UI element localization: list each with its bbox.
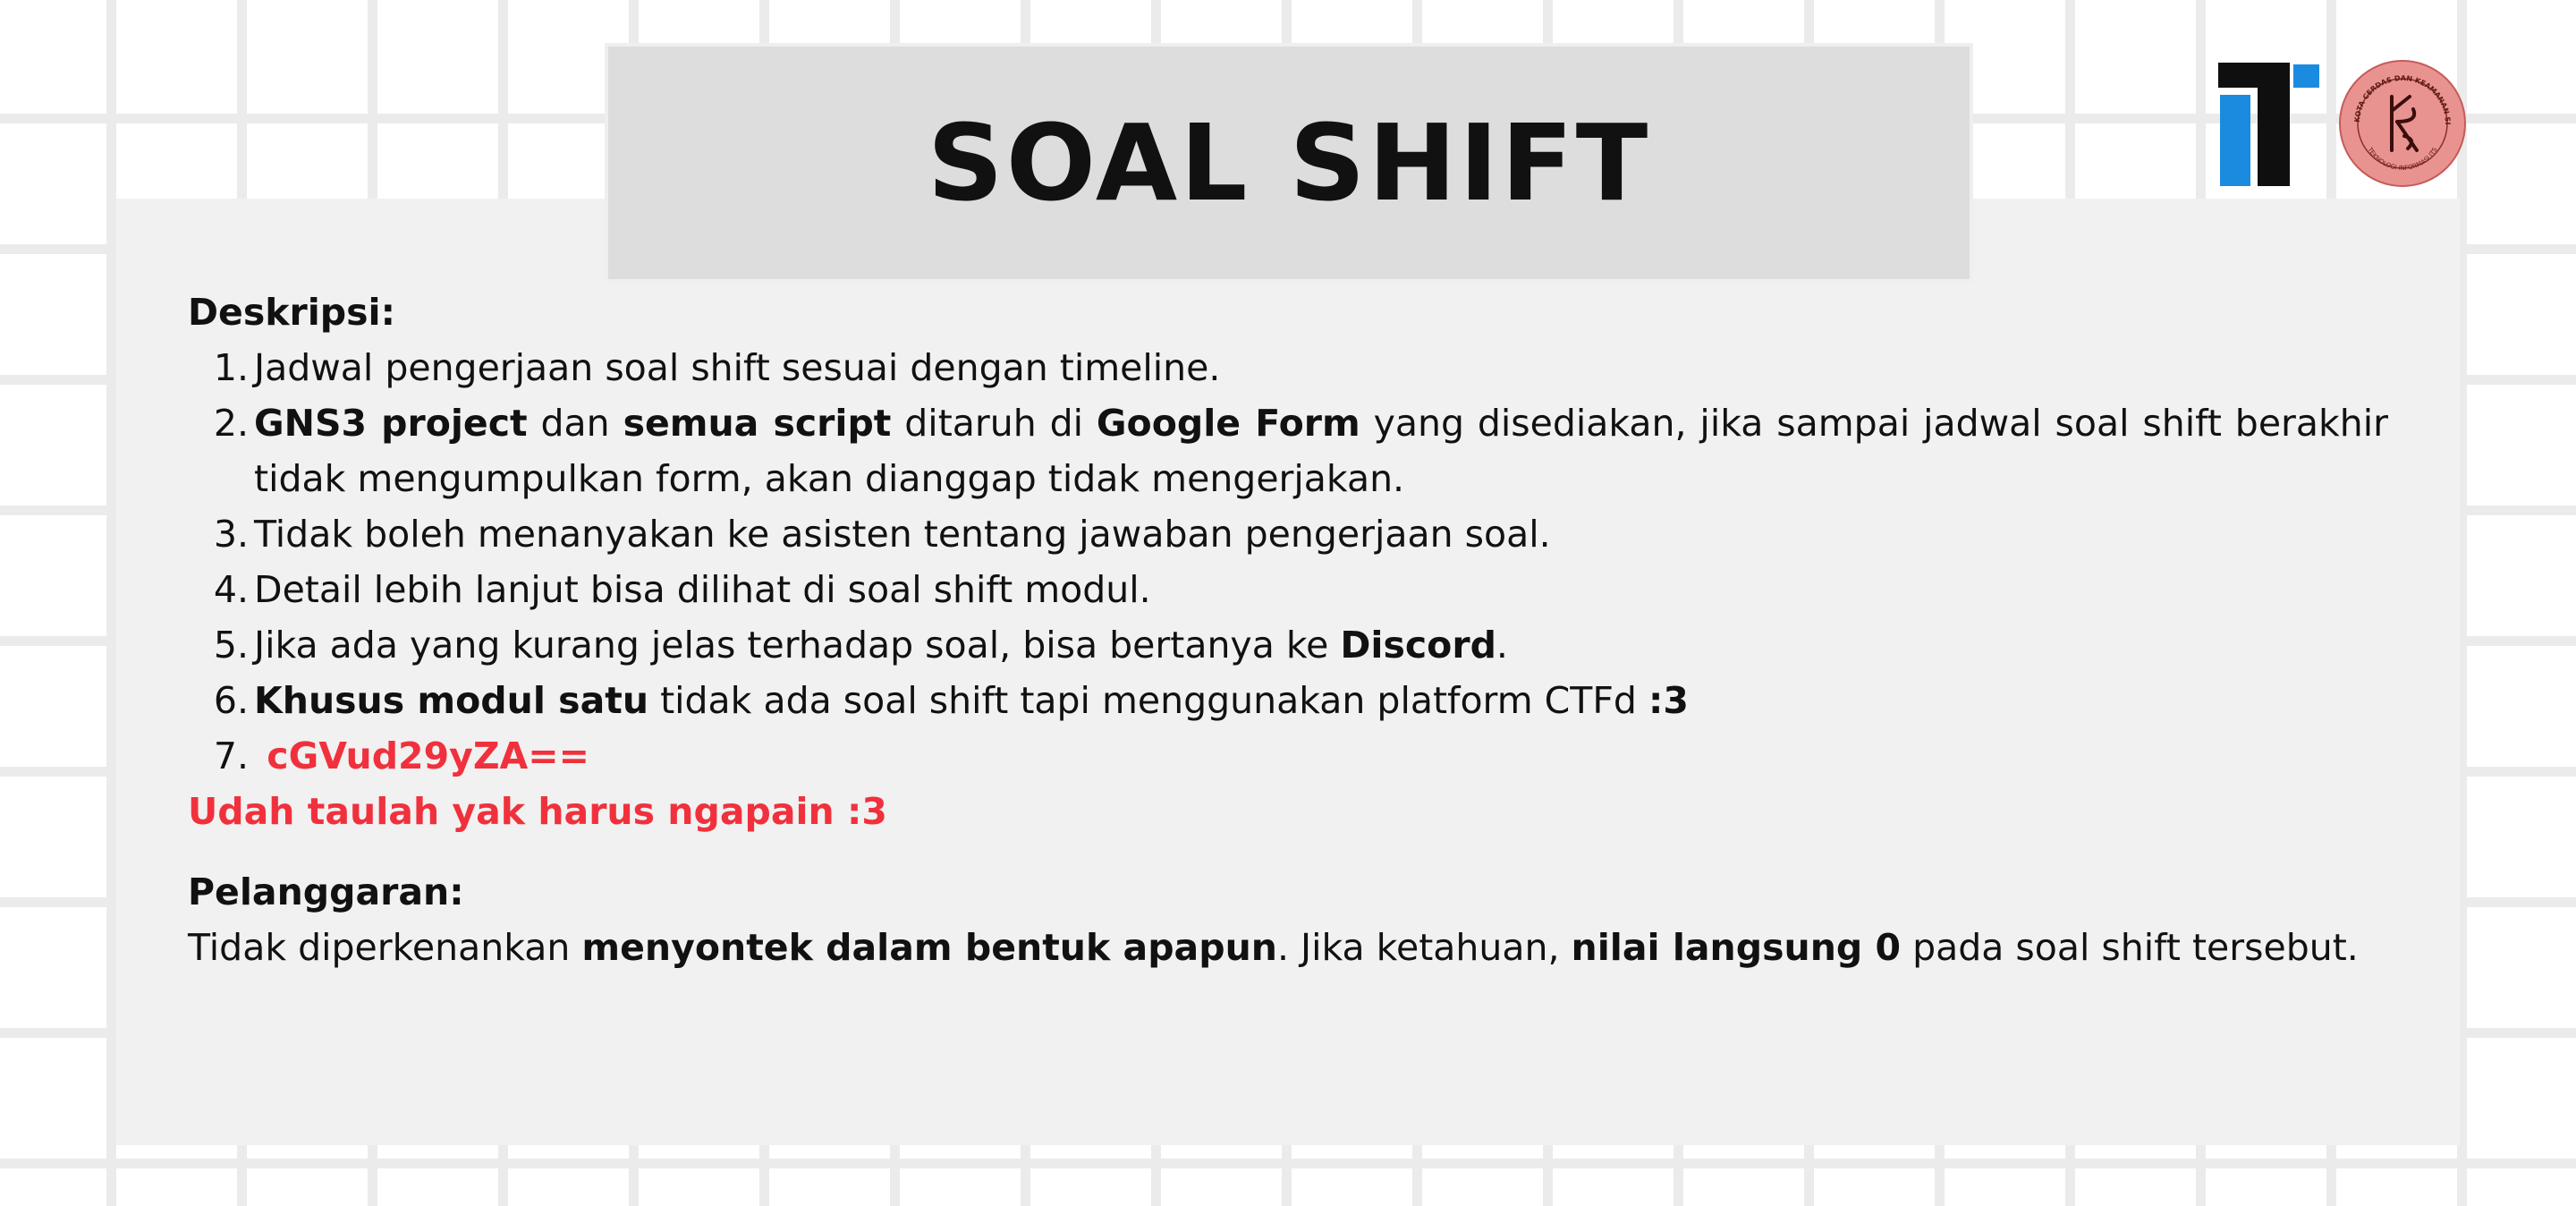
list-text: Detail lebih lanjut bisa dilihat di soal…	[254, 568, 1151, 611]
encoded-hint: cGVud29yZA==	[254, 735, 589, 777]
list-text: Jadwal pengerjaan soal shift sesuai deng…	[254, 346, 1221, 389]
list-text: Khusus modul satu tidak ada soal shift t…	[254, 679, 1689, 722]
pelanggaran-text: Tidak diperkenankan menyontek dalam bent…	[188, 926, 2359, 969]
content-text: Deskripsi: 1. Jadwal pengerjaan soal shi…	[188, 285, 2388, 975]
list-item: 6. Khusus modul satu tidak ada soal shif…	[188, 673, 2388, 728]
list-number: 7.	[213, 735, 249, 777]
list-number: 3.	[213, 513, 249, 556]
deskripsi-heading: Deskripsi:	[188, 291, 395, 334]
title-banner: SOAL SHIFT	[605, 43, 1973, 283]
list-number: 1.	[213, 346, 249, 389]
list-item: 5. Jika ada yang kurang jelas terhadap s…	[188, 617, 2388, 673]
hint-footer: Udah taulah yak harus ngapain :3	[188, 790, 887, 833]
pelanggaran-heading: Pelanggaran:	[188, 871, 464, 913]
deskripsi-list: 1. Jadwal pengerjaan soal shift sesuai d…	[188, 340, 2388, 784]
list-text: Tidak boleh menanyakan ke asisten tentan…	[254, 513, 1551, 556]
list-number: 6.	[213, 679, 249, 722]
lab-seal-icon: LAB KOTA CERDAS DAN KEAMANAN SIBER TEKNO…	[2338, 59, 2466, 187]
list-item: 7. cGVud29yZA==	[188, 728, 2388, 784]
list-item: 3. Tidak boleh menanyakan ke asisten ten…	[188, 506, 2388, 562]
page-title: SOAL SHIFT	[927, 101, 1651, 225]
list-text: cGVud29yZA==	[254, 728, 2388, 784]
list-item: 2. GNS3 project dan semua script ditaruh…	[188, 395, 2388, 506]
list-number: 2.	[213, 402, 249, 445]
it-logo-icon	[2218, 63, 2321, 188]
list-text: GNS3 project dan semua script ditaruh di…	[254, 402, 2389, 500]
list-text: Jika ada yang kurang jelas terhadap soal…	[254, 624, 1508, 667]
list-number: 4.	[213, 568, 249, 611]
list-item: 1. Jadwal pengerjaan soal shift sesuai d…	[188, 340, 2388, 395]
list-item: 4. Detail lebih lanjut bisa dilihat di s…	[188, 562, 2388, 617]
list-number: 5.	[213, 624, 249, 667]
